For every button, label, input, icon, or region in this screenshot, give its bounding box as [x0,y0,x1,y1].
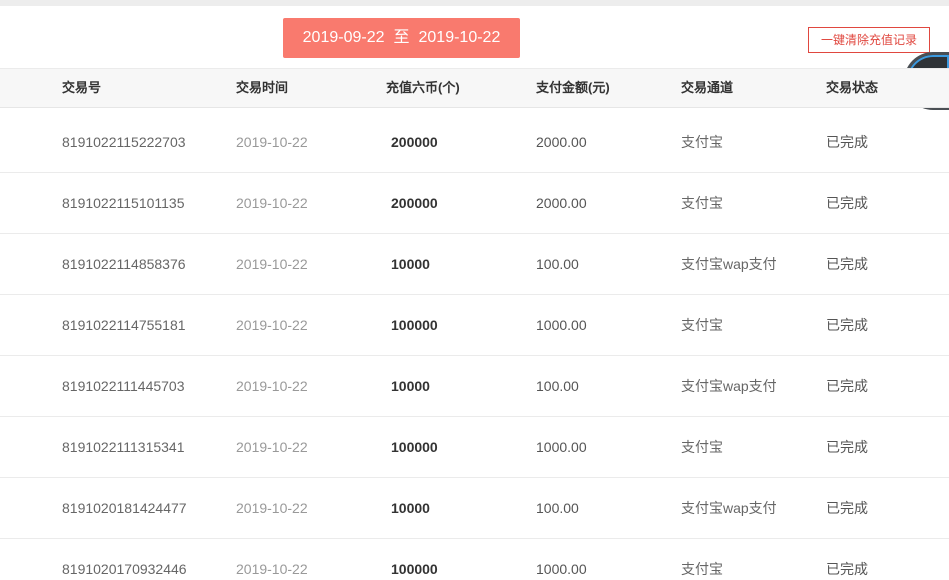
amount-cell: 100.00 [536,500,579,516]
coins-cell: 10000 [391,256,430,272]
table-header: 交易号 交易时间 充值六币(个) 支付金额(元) 交易通道 交易状态 [0,68,949,108]
amount-cell: 100.00 [536,378,579,394]
transaction-time-cell: 2019-10-22 [236,256,308,272]
transaction-time-cell: 2019-10-22 [236,195,308,211]
amount-cell: 2000.00 [536,195,587,211]
header-transaction-id: 交易号 [62,80,102,95]
table-row: 8191022114755181 2019-10-22 100000 1000.00 支… [0,295,949,356]
transaction-id-cell: 8191022111445703 [62,378,185,394]
coins-cell: 10000 [391,500,430,516]
date-range-end: 2019-10-22 [418,29,501,46]
status-cell: 已完成 [826,317,868,333]
date-range-separator: 至 [393,29,410,46]
transaction-time-cell: 2019-10-22 [236,378,308,394]
transaction-id-cell: 8191020181424477 [62,500,187,516]
channel-cell: 支付宝 [681,195,723,211]
coins-cell: 100000 [391,317,438,333]
channel-cell: 支付宝wap支付 [681,500,777,516]
transaction-time-cell: 2019-10-22 [236,134,308,150]
transaction-time-cell: 2019-10-22 [236,317,308,333]
amount-cell: 1000.00 [536,561,587,577]
coins-cell: 100000 [391,439,438,455]
coins-cell: 100000 [391,561,438,577]
coins-cell: 200000 [391,134,438,150]
channel-cell: 支付宝wap支付 [681,378,777,394]
status-cell: 已完成 [826,195,868,211]
status-cell: 已完成 [826,439,868,455]
amount-cell: 2000.00 [536,134,587,150]
header-status: 交易状态 [826,80,879,95]
channel-cell: 支付宝wap支付 [681,256,777,272]
table-row: 8191022115101135 2019-10-22 200000 2000.00 支… [0,173,949,234]
date-range-start: 2019-09-22 [302,29,385,46]
channel-cell: 支付宝 [681,561,723,577]
status-cell: 已完成 [826,561,868,577]
transaction-id-cell: 8191020170932446 [62,561,187,577]
transaction-id-cell: 8191022115101135 [62,195,185,211]
transaction-id-cell: 8191022114858376 [62,256,186,272]
status-cell: 已完成 [826,500,868,516]
table-row: 8191022114858376 2019-10-22 10000 100.00 支付宝… [0,234,949,295]
header-transaction-time: 交易时间 [236,80,289,95]
channel-cell: 支付宝 [681,317,723,333]
transaction-time-cell: 2019-10-22 [236,561,308,577]
table-row: 8191020181424477 2019-10-22 10000 100.00 支付宝… [0,478,949,539]
header-amount: 支付金额(元) [536,80,610,95]
table-row: 8191022111315341 2019-10-22 100000 1000.00 支… [0,417,949,478]
transaction-id-cell: 8191022115222703 [62,134,186,150]
table-body: 8191022115222703 2019-10-22 200000 2000.00 支… [0,112,949,580]
transaction-id-cell: 8191022111315341 [62,439,185,455]
clear-records-button[interactable]: 一键清除充值记录 [808,27,930,53]
status-cell: 已完成 [826,378,868,394]
amount-cell: 1000.00 [536,439,587,455]
date-range-button[interactable]: 2019-09-22 至 2019-10-22 [283,18,520,58]
coins-cell: 200000 [391,195,438,211]
table-row: 8191022111445703 2019-10-22 10000 100.00 支付宝… [0,356,949,417]
amount-cell: 1000.00 [536,317,587,333]
transaction-id-cell: 8191022114755181 [62,317,186,333]
channel-cell: 支付宝 [681,134,723,150]
transaction-time-cell: 2019-10-22 [236,439,308,455]
header-coins: 充值六币(个) [386,80,460,95]
status-cell: 已完成 [826,256,868,272]
transaction-time-cell: 2019-10-22 [236,500,308,516]
amount-cell: 100.00 [536,256,579,272]
top-strip [0,0,949,6]
header-channel: 交易通道 [681,80,734,95]
table-row: 8191020170932446 2019-10-22 100000 1000.00 支… [0,539,949,580]
channel-cell: 支付宝 [681,439,723,455]
status-cell: 已完成 [826,134,868,150]
table-row: 8191022115222703 2019-10-22 200000 2000.00 支… [0,112,949,173]
coins-cell: 10000 [391,378,430,394]
